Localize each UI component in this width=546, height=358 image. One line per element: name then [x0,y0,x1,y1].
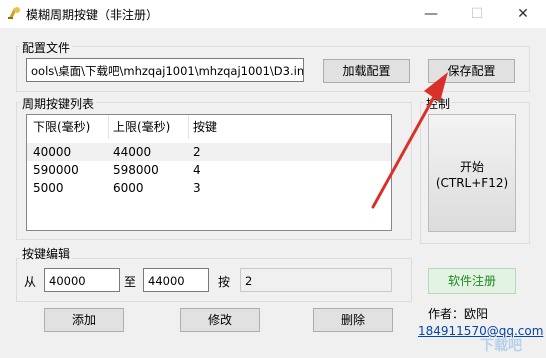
annotation-arrow [371,72,448,209]
watermark-logo: 下载吧 [480,337,522,354]
svg-text:下载吧: 下载吧 [480,337,522,354]
app-window: 模糊周期按键（非注册） — ☐ ✕ 配置文件 ools\桌面\下载吧\mhzqa… [0,0,546,358]
